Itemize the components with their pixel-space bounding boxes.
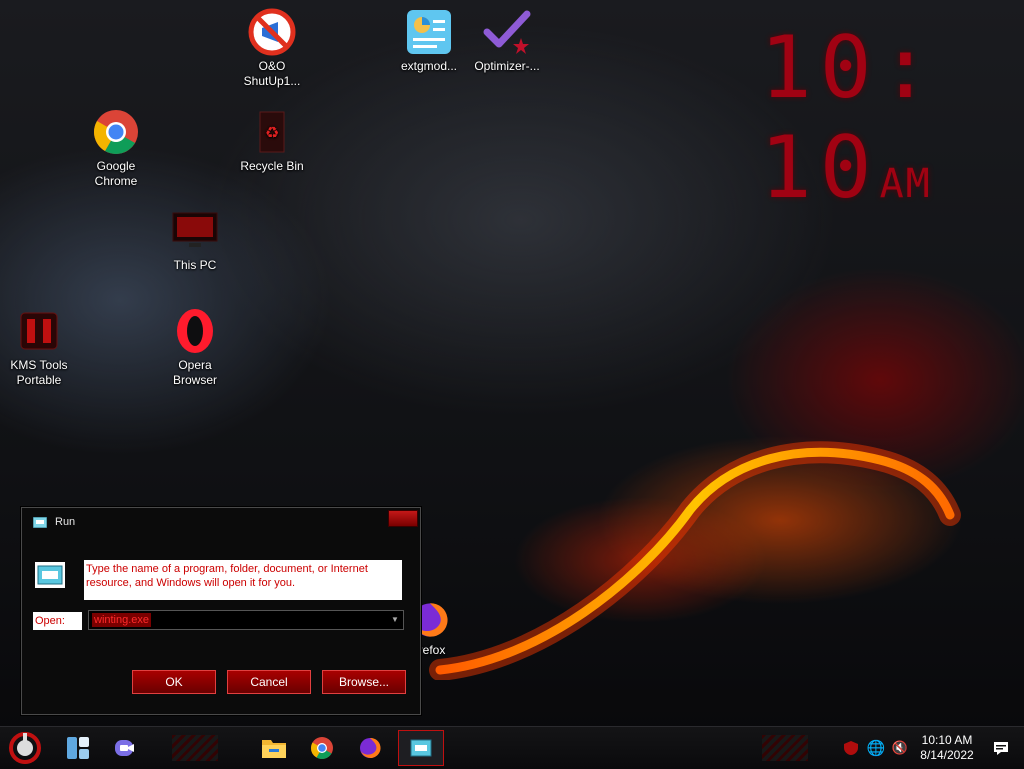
svg-text:♻: ♻ — [265, 123, 279, 142]
firefox-taskbar-button[interactable] — [350, 727, 390, 769]
desktop-icon-label: Optimizer-... — [474, 59, 540, 73]
run-icon — [35, 562, 65, 588]
chat-button[interactable] — [106, 727, 146, 769]
open-input[interactable]: winting.exe ▼ — [88, 610, 404, 630]
desktop-icon-label: Chrome — [94, 174, 138, 188]
desktop-icon-recycle-bin[interactable]: ♻ Recycle Bin — [229, 108, 315, 174]
taskbar: 🌐 🔇 10:10 AM 8/14/2022 — [0, 726, 1024, 769]
ok-button[interactable]: OK — [132, 670, 216, 694]
desktop-icon-kms-tools[interactable]: KMS Tools Portable — [0, 307, 82, 388]
open-input-value: winting.exe — [92, 613, 152, 627]
desktop-icon-opera-browser[interactable]: Opera Browser — [152, 307, 238, 388]
chrome-icon — [92, 108, 140, 156]
opera-icon — [171, 307, 219, 355]
desktop-icon-label: O&O — [258, 59, 286, 73]
run-icon — [410, 739, 432, 757]
desktop-icon-google-chrome[interactable]: Google Chrome — [73, 108, 159, 189]
widgets-button[interactable] — [58, 727, 98, 769]
taskbar-time: 10:10 AM — [921, 733, 973, 747]
desktop-icon-label: extgmod... — [400, 59, 458, 73]
run-dialog: Run Type the name of a program, folder, … — [21, 507, 421, 715]
desktop-icon-label: Portable — [16, 373, 62, 387]
taskbar-decoration — [172, 735, 218, 761]
recycle-bin-icon: ♻ — [248, 108, 296, 156]
tray-volume-button[interactable]: 🔇 — [888, 727, 912, 769]
taskbar-date: 8/14/2022 — [920, 748, 974, 762]
desktop-icon-extgmod[interactable]: extgmod... — [386, 8, 472, 74]
document-chart-icon — [405, 8, 453, 56]
desktop-icon-oo-shutup[interactable]: O&O ShutUp1... — [229, 8, 315, 89]
checkmark-icon — [483, 8, 531, 56]
desktop-icon-this-pc[interactable]: This PC — [152, 207, 238, 273]
chrome-taskbar-button[interactable] — [302, 727, 342, 769]
widgets-icon — [67, 737, 89, 759]
computer-icon — [171, 207, 219, 255]
desktop-icon-label: This PC — [173, 258, 217, 272]
chrome-icon — [311, 737, 333, 759]
notification-icon — [994, 742, 1008, 755]
start-icon — [9, 732, 41, 764]
oo-shutup-icon — [248, 8, 296, 56]
shield-icon — [844, 741, 858, 755]
close-button[interactable] — [388, 510, 418, 527]
globe-icon: 🌐 — [866, 740, 886, 757]
folder-icon — [262, 740, 286, 758]
open-label: Open: — [33, 612, 82, 630]
tray-language-button[interactable]: 🌐 — [864, 727, 888, 769]
desktop-icon-label: Google — [96, 159, 136, 173]
run-dialog-title: Run — [55, 516, 76, 528]
run-description: Type the name of a program, folder, docu… — [84, 560, 402, 600]
run-title-icon — [33, 516, 47, 528]
firefox-icon — [360, 737, 381, 758]
chat-icon — [115, 740, 134, 756]
taskbar-clock[interactable]: 10:10 AM 8/14/2022 — [912, 733, 982, 763]
wallpaper-clock-ampm: AM — [879, 161, 932, 207]
desktop-icon-label: KMS Tools — [10, 358, 68, 372]
wallpaper-clock: 10: 10AM — [760, 18, 1024, 218]
desktop-icon-label: ShutUp1... — [243, 74, 301, 88]
run-dialog-titlebar[interactable]: Run — [22, 508, 420, 536]
run-taskbar-button[interactable] — [398, 730, 444, 766]
kms-tools-icon — [15, 307, 63, 355]
file-explorer-button[interactable] — [254, 727, 294, 769]
wallpaper-lava — [429, 441, 961, 680]
browse-button[interactable]: Browse... — [322, 670, 406, 694]
tray-security-button[interactable] — [838, 727, 864, 769]
desktop-icon-optimizer[interactable]: Optimizer-... — [464, 8, 550, 74]
start-button[interactable] — [2, 727, 48, 769]
taskbar-decoration — [762, 735, 808, 761]
cancel-button[interactable]: Cancel — [227, 670, 311, 694]
chevron-down-icon[interactable]: ▼ — [387, 611, 403, 629]
desktop-icon-label: Recycle Bin — [240, 159, 304, 173]
desktop-icon-label: Opera — [178, 358, 212, 372]
desktop-icon-label: Browser — [172, 373, 217, 387]
notifications-button[interactable] — [988, 727, 1014, 769]
volume-muted-icon: 🔇 — [891, 740, 909, 755]
